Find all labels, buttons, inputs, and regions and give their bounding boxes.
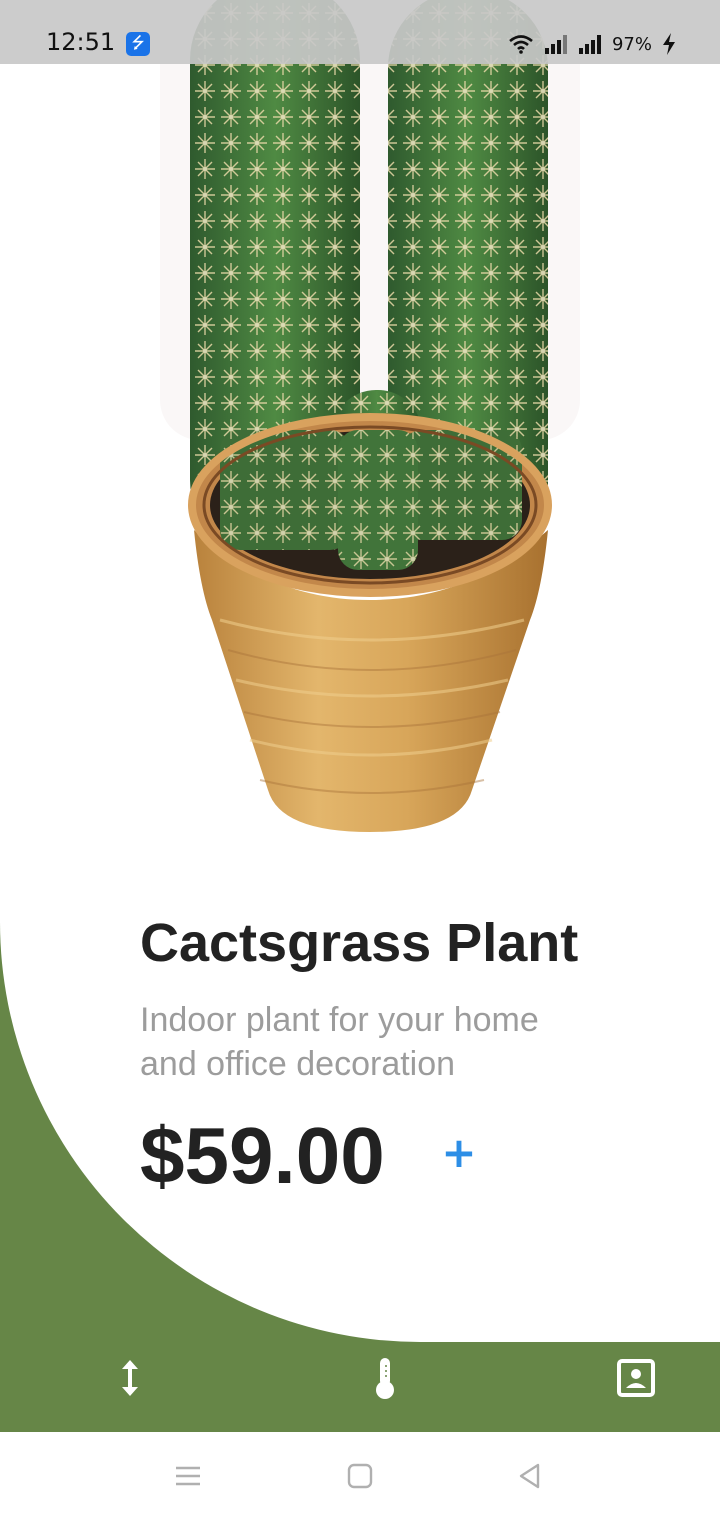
product-price: $59.00: [140, 1111, 385, 1200]
charging-icon: [663, 33, 675, 55]
usb-icon: ⭍: [126, 32, 150, 56]
signal-icon: [578, 35, 601, 54]
back-triangle-icon[interactable]: [508, 1454, 552, 1498]
portrait-frame-icon[interactable]: [614, 1356, 658, 1400]
height-arrows-icon[interactable]: [108, 1356, 152, 1400]
home-square-icon[interactable]: [338, 1454, 382, 1498]
thermometer-icon[interactable]: [363, 1356, 407, 1400]
status-bar: 12:51 ⭍ 97%: [0, 0, 720, 64]
status-icons: 97%: [508, 30, 676, 58]
battery-percent: 97%: [611, 33, 652, 55]
signal-icon: [544, 35, 567, 54]
cactus-plant-image: [160, 0, 580, 832]
product-description: Indoor plant for your home and office de…: [140, 1001, 539, 1083]
status-time: 12:51: [46, 28, 116, 56]
product-title: Cactsgrass Plant: [140, 913, 579, 973]
system-nav-bar: [0, 1432, 720, 1520]
menu-lines-icon[interactable]: [166, 1454, 210, 1498]
add-to-cart-button[interactable]: +: [436, 1130, 482, 1176]
product-screen: 12:51 ⭍ 97% Cactsgrass Plant Indoor plan…: [0, 0, 720, 1520]
wifi-icon: [509, 35, 533, 54]
